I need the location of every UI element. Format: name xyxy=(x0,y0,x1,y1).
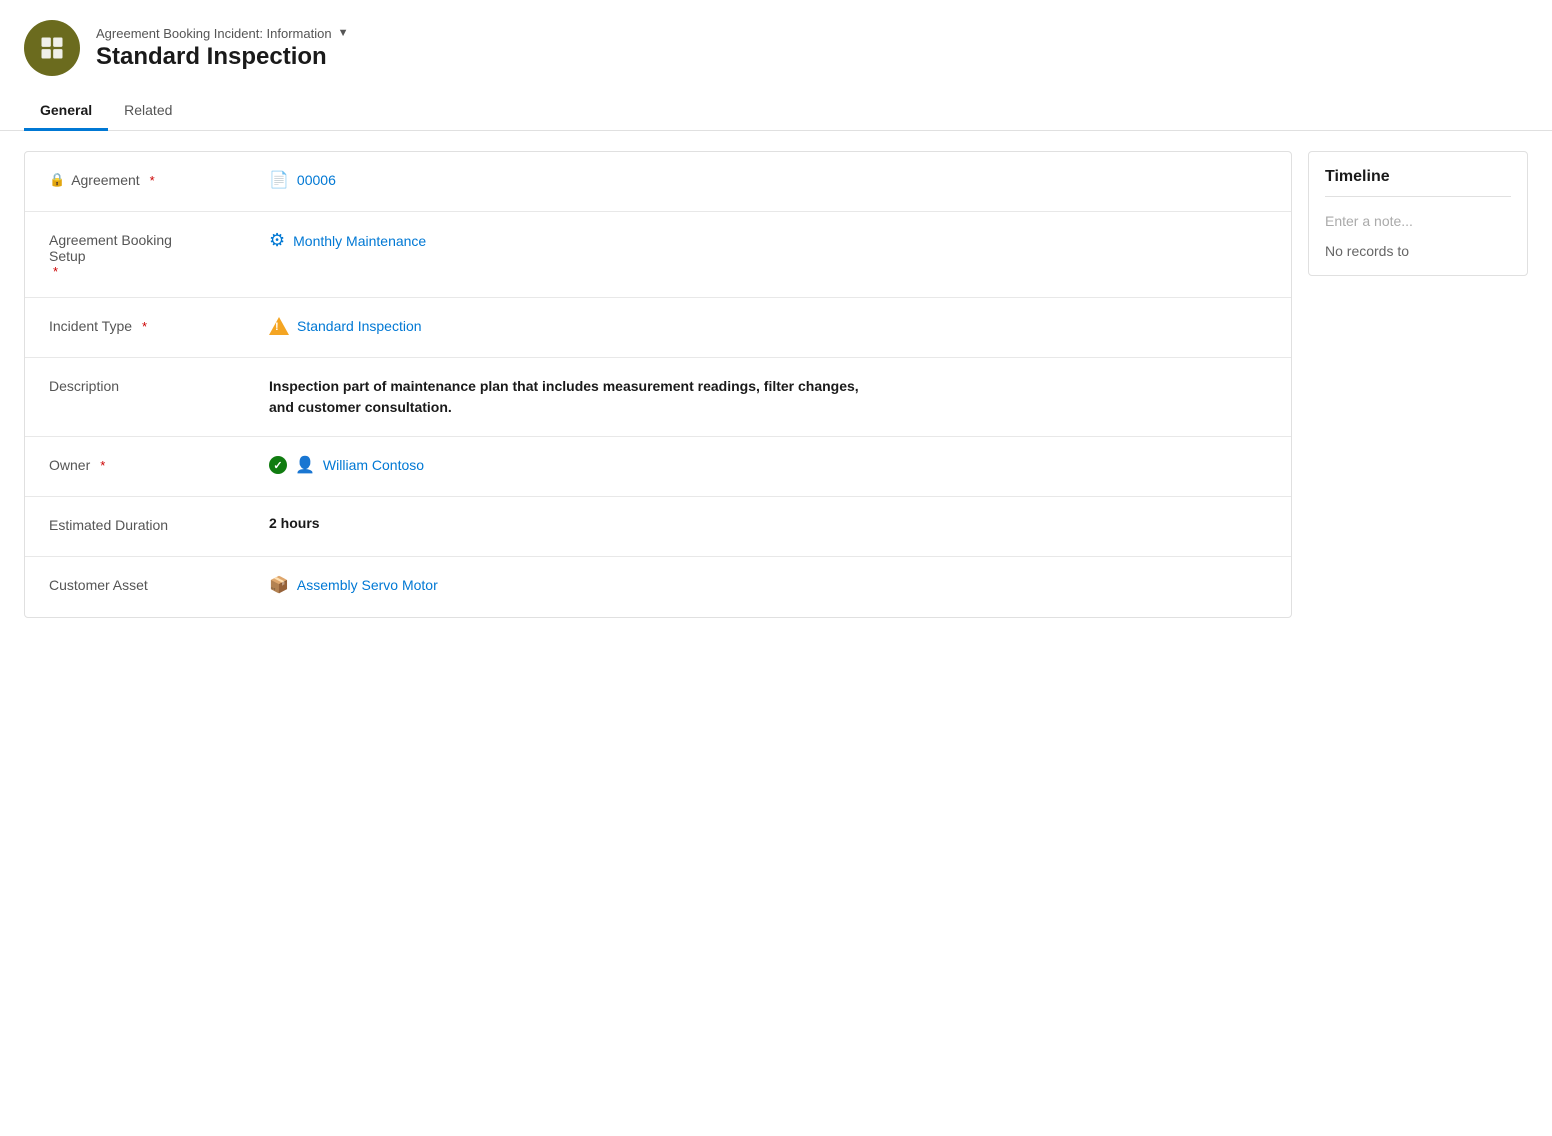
tabs-bar: General Related xyxy=(0,92,1552,131)
chevron-down-icon: ▼ xyxy=(338,27,349,39)
field-owner: Owner * 👤 William Contoso xyxy=(25,437,1291,497)
field-value-booking-setup: ⚙ Monthly Maintenance xyxy=(269,230,1267,251)
field-value-agreement: 📄 00006 xyxy=(269,170,1267,190)
cube-icon: 📦 xyxy=(269,575,289,595)
required-marker-owner: * xyxy=(100,458,105,473)
field-value-description: Inspection part of maintenance plan that… xyxy=(269,376,1267,418)
app-avatar xyxy=(24,20,80,76)
required-marker-booking: * xyxy=(53,264,261,279)
timeline-title: Timeline xyxy=(1325,168,1511,197)
field-booking-setup: Agreement Booking Setup * ⚙ Monthly Main… xyxy=(25,212,1291,298)
timeline-no-records: No records to xyxy=(1325,243,1511,259)
page-header: Agreement Booking Incident: Information … xyxy=(0,0,1552,92)
required-marker-incident: * xyxy=(142,319,147,334)
field-value-duration: 2 hours xyxy=(269,515,1267,531)
warning-icon xyxy=(269,316,289,336)
page-title: Standard Inspection xyxy=(96,43,348,71)
header-text-container: Agreement Booking Incident: Information … xyxy=(96,26,348,71)
booking-setup-link[interactable]: Monthly Maintenance xyxy=(293,233,426,249)
field-label-description: Description xyxy=(49,376,269,394)
tab-related[interactable]: Related xyxy=(108,92,188,131)
field-label-owner: Owner * xyxy=(49,455,269,473)
lock-icon: 🔒 xyxy=(49,172,65,188)
description-text: Inspection part of maintenance plan that… xyxy=(269,376,869,418)
duration-value: 2 hours xyxy=(269,515,320,531)
field-description: Description Inspection part of maintenan… xyxy=(25,358,1291,437)
field-value-asset: 📦 Assembly Servo Motor xyxy=(269,575,1267,595)
field-label-duration: Estimated Duration xyxy=(49,515,269,533)
owner-link[interactable]: William Contoso xyxy=(323,457,424,473)
main-content: 🔒 Agreement * 📄 00006 Agreement Booking … xyxy=(0,151,1552,618)
field-label-booking-setup: Agreement Booking Setup * xyxy=(49,230,269,279)
doc-icon: 📄 xyxy=(269,170,289,190)
avatar-icon xyxy=(38,34,66,62)
status-ok-icon xyxy=(269,456,287,474)
field-label-asset: Customer Asset xyxy=(49,575,269,593)
agreement-link[interactable]: 00006 xyxy=(297,172,336,188)
timeline-note-input[interactable]: Enter a note... xyxy=(1325,209,1511,233)
field-value-incident-type: Standard Inspection xyxy=(269,316,1267,336)
person-icon: 👤 xyxy=(295,455,315,475)
field-agreement: 🔒 Agreement * 📄 00006 xyxy=(25,152,1291,212)
asset-link[interactable]: Assembly Servo Motor xyxy=(297,577,438,593)
breadcrumb[interactable]: Agreement Booking Incident: Information … xyxy=(96,26,348,41)
field-label-agreement: 🔒 Agreement * xyxy=(49,170,269,188)
field-estimated-duration: Estimated Duration 2 hours xyxy=(25,497,1291,557)
field-value-owner: 👤 William Contoso xyxy=(269,455,1267,475)
field-label-incident-type: Incident Type * xyxy=(49,316,269,334)
required-marker: * xyxy=(150,173,155,188)
field-incident-type: Incident Type * Standard Inspection xyxy=(25,298,1291,358)
breadcrumb-text: Agreement Booking Incident: Information xyxy=(96,26,332,41)
field-customer-asset: Customer Asset 📦 Assembly Servo Motor xyxy=(25,557,1291,617)
timeline-panel: Timeline Enter a note... No records to xyxy=(1308,151,1528,276)
incident-type-link[interactable]: Standard Inspection xyxy=(297,318,422,334)
form-panel: 🔒 Agreement * 📄 00006 Agreement Booking … xyxy=(24,151,1292,618)
booking-icon: ⚙ xyxy=(269,230,285,251)
tab-general[interactable]: General xyxy=(24,92,108,131)
